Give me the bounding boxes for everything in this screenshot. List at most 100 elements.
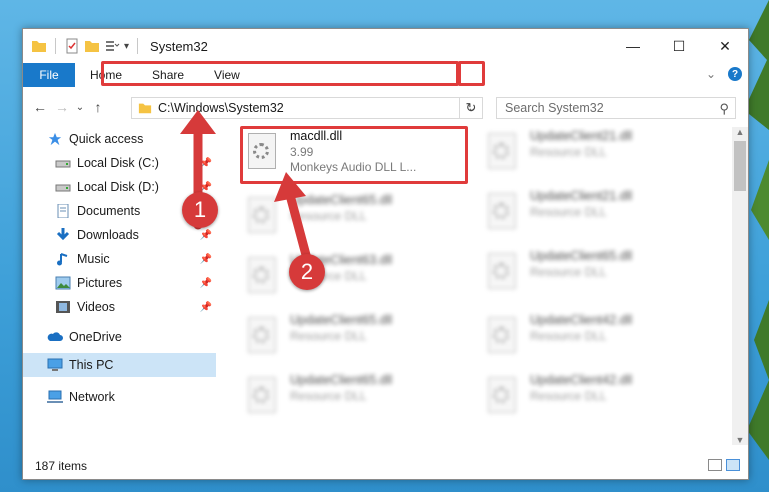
sidebar-item-label: OneDrive (69, 330, 122, 344)
pin-icon: 📌 (199, 277, 212, 289)
vertical-scrollbar[interactable]: ▲ ▼ (732, 127, 748, 445)
file-item[interactable]: UpdateClient42.dll Resource DLL (480, 373, 708, 423)
dll-file-icon (244, 377, 282, 421)
refresh-highlight (458, 61, 485, 86)
dll-file-icon (484, 133, 522, 177)
sidebar-item-label: Local Disk (C:) (77, 156, 159, 170)
address-bar-highlight (101, 61, 459, 86)
documents-icon (57, 204, 69, 218)
file-type: Resource DLL (530, 145, 607, 159)
refresh-button[interactable]: ↻ (459, 97, 483, 119)
network-icon (47, 390, 63, 403)
drive-icon (55, 184, 71, 192)
file-type: Resource DLL (290, 329, 367, 343)
quick-access-toolbar: ▾ (31, 38, 142, 54)
step-badge-1: 1 (182, 192, 218, 228)
scroll-up-icon[interactable]: ▲ (732, 127, 748, 137)
pictures-icon (55, 276, 71, 290)
file-type: Resource DLL (530, 265, 607, 279)
dll-file-icon (484, 317, 522, 361)
back-button[interactable]: ← (29, 99, 51, 115)
computer-icon (47, 358, 63, 371)
sidebar-item-pictures[interactable]: Pictures 📌 (23, 271, 216, 295)
file-name: UpdateClient42.dll (530, 313, 633, 327)
sidebar-item-label: Music (77, 252, 110, 266)
tiles-view-icon[interactable] (726, 459, 740, 471)
toolbar-dropdown-icon[interactable]: ▾ (124, 41, 129, 52)
sidebar-item-label: Network (69, 390, 115, 404)
help-icon[interactable]: ? (728, 67, 742, 81)
search-input[interactable]: Search System32 ⚲ (496, 97, 736, 119)
sidebar-item-network[interactable]: Network (23, 385, 216, 409)
sidebar-item-videos[interactable]: Videos 📌 (23, 295, 216, 319)
folder-icon (32, 41, 46, 52)
pin-icon: 📌 (199, 253, 212, 265)
sidebar-item-onedrive[interactable]: OneDrive (23, 325, 216, 349)
tab-file[interactable]: File (23, 63, 75, 87)
ribbon-right-controls: ⌄ ? (706, 67, 742, 81)
forward-button[interactable]: → (51, 99, 73, 115)
file-item[interactable]: UpdateClient21.dll Resource DLL (480, 189, 708, 239)
properties-icon[interactable] (64, 38, 80, 54)
window-controls: — ☐ ✕ (610, 29, 748, 63)
file-type: Resource DLL (290, 389, 367, 403)
sidebar-item-label: This PC (69, 358, 114, 372)
file-item[interactable]: UpdateClient65.dll Resource DLL (240, 373, 468, 423)
dll-file-icon (244, 317, 282, 361)
file-item[interactable]: UpdateClient65.dll Resource DLL (480, 249, 708, 299)
file-explorer-window: ▾ System32 — ☐ ✕ File Home Share View ⌄ … (22, 28, 749, 480)
folder-icon (138, 103, 152, 114)
music-icon (57, 253, 68, 266)
pin-icon: 📌 (199, 301, 212, 313)
step-badge-2: 2 (289, 254, 325, 290)
item-count: 187 items (35, 459, 88, 473)
sidebar-item-label: Local Disk (D:) (77, 180, 159, 194)
sidebar-item-label: Documents (77, 204, 141, 218)
sidebar-item-label: Downloads (77, 228, 139, 242)
file-name: UpdateClient65.dll (290, 313, 393, 327)
pin-icon: 📌 (199, 229, 212, 241)
file-item[interactable]: UpdateClient42.dll Resource DLL (480, 313, 708, 363)
sidebar-item-music[interactable]: Music 📌 (23, 247, 216, 271)
file-name: UpdateClient21.dll (530, 189, 633, 203)
view-toggle (708, 459, 740, 471)
details-view-icon[interactable] (708, 459, 722, 471)
toolbar-divider (137, 38, 139, 54)
file-type: Resource DLL (530, 389, 607, 403)
file-type: Resource DLL (530, 329, 607, 343)
expand-ribbon-icon[interactable]: ⌄ (706, 67, 716, 81)
drive-icon (55, 160, 71, 168)
dll-file-icon (484, 253, 522, 297)
sidebar-item-label: Videos (77, 300, 115, 314)
scroll-down-icon[interactable]: ▼ (732, 435, 748, 445)
maximize-button[interactable]: ☐ (656, 29, 702, 63)
file-item[interactable]: UpdateClient21.dll Resource DLL (480, 129, 708, 179)
search-placeholder: Search System32 (505, 101, 604, 115)
dll-file-icon (484, 377, 522, 421)
close-button[interactable]: ✕ (702, 29, 748, 63)
dll-file-icon (484, 193, 522, 237)
file-name: UpdateClient65.dll (530, 249, 633, 263)
star-icon (48, 132, 62, 146)
sidebar-item-label: Quick access (69, 132, 144, 146)
scrollbar-thumb[interactable] (734, 141, 746, 191)
search-icon[interactable]: ⚲ (719, 101, 729, 117)
onedrive-icon (47, 332, 63, 341)
file-type: Resource DLL (530, 205, 607, 219)
customize-toolbar-icon[interactable] (104, 38, 120, 54)
videos-icon (56, 301, 70, 313)
window-title: System32 (150, 38, 208, 54)
minimize-button[interactable]: — (610, 29, 656, 63)
file-item[interactable]: UpdateClient65.dll Resource DLL (240, 313, 468, 363)
sidebar-item-this-pc[interactable]: This PC (23, 353, 216, 377)
file-name: UpdateClient65.dll (290, 373, 393, 387)
status-bar: 187 items (23, 453, 748, 479)
file-name: UpdateClient42.dll (530, 373, 633, 387)
recent-locations-button[interactable]: ⌄ (73, 102, 87, 113)
title-bar: ▾ System32 — ☐ ✕ (23, 29, 748, 63)
file-name: UpdateClient21.dll (530, 129, 633, 143)
address-row: ← → ⌄ ↑ C:\Windows\System32 ⌄ ↻ Search S… (23, 87, 748, 127)
up-button[interactable]: ↑ (87, 99, 109, 115)
new-folder-icon[interactable] (84, 38, 100, 54)
sidebar-item-label: Pictures (77, 276, 123, 290)
